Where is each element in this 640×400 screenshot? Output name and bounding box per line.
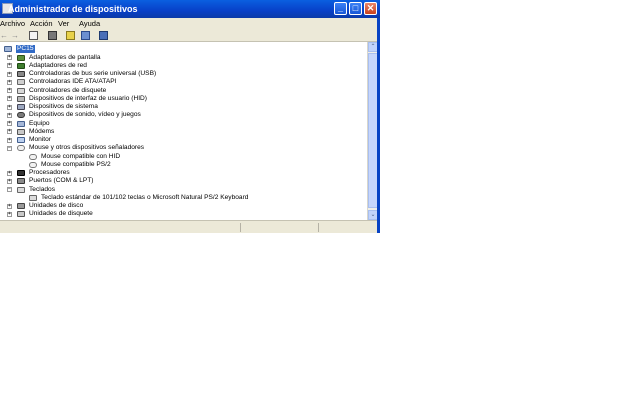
sound-icon bbox=[17, 112, 25, 119]
expand-icon[interactable]: + bbox=[7, 112, 12, 118]
tree-item-label: Dispositivos de sonido, vídeo y juegos bbox=[29, 111, 141, 119]
back-arrow-icon[interactable]: ← bbox=[0, 31, 9, 40]
toolbar: ← → bbox=[0, 30, 380, 42]
tree-item-label: Unidades de disco bbox=[29, 202, 84, 209]
tree-item-label: Mouse y otros dispositivos señaladores bbox=[29, 144, 145, 152]
expand-icon[interactable]: + bbox=[7, 79, 12, 85]
floppy-drive-icon bbox=[17, 211, 25, 218]
maximize-icon: □ bbox=[352, 3, 359, 13]
menu-archivo[interactable]: Archivo bbox=[0, 19, 25, 28]
chevron-up-icon: ⌃ bbox=[370, 44, 376, 50]
tree-item-label: Adaptadores de red bbox=[29, 61, 87, 69]
print-icon[interactable] bbox=[48, 31, 57, 40]
port-icon bbox=[17, 178, 25, 185]
network-adapter-icon bbox=[17, 62, 25, 69]
menu-accion[interactable]: Acción bbox=[30, 19, 53, 28]
expand-icon[interactable]: + bbox=[7, 96, 12, 102]
floppy-controller-icon bbox=[17, 87, 25, 94]
title-bar[interactable]: Administrador de dispositivos _ □ ✕ bbox=[0, 0, 380, 18]
menu-ver[interactable]: Ver bbox=[58, 19, 69, 28]
tree-item-label: Módems bbox=[29, 127, 55, 135]
tree-item-label: Teclado estándar de 101/102 teclas o Mic… bbox=[41, 193, 249, 201]
tree-item-label: Dispositivos de sistema bbox=[29, 103, 98, 110]
menu-ayuda[interactable]: Ayuda bbox=[79, 19, 100, 28]
device-manager-window: Administrador de dispositivos _ □ ✕ Arch… bbox=[0, 0, 380, 233]
collapse-icon[interactable]: − bbox=[7, 187, 12, 192]
tree-item-label: Mouse compatible PS/2 bbox=[41, 160, 111, 168]
tree-item-label: Monitor bbox=[29, 136, 51, 143]
processor-icon bbox=[17, 170, 25, 176]
expand-icon[interactable]: + bbox=[7, 55, 12, 60]
status-divider bbox=[240, 223, 241, 232]
usb-icon bbox=[17, 71, 25, 77]
tree-item-label: Controladoras IDE ATA/ATAPI bbox=[29, 78, 117, 86]
forward-arrow-icon[interactable]: → bbox=[11, 31, 20, 40]
maximize-button[interactable]: □ bbox=[349, 2, 362, 15]
help-icon[interactable] bbox=[66, 31, 75, 40]
expand-icon[interactable]: + bbox=[7, 104, 12, 110]
tree-item-label: Equipo bbox=[29, 119, 50, 127]
expand-icon[interactable]: + bbox=[7, 211, 12, 217]
minimize-icon: _ bbox=[337, 3, 343, 13]
status-divider bbox=[318, 223, 319, 232]
expand-icon[interactable]: + bbox=[7, 88, 12, 93]
tree-item-label: Controladores de disquete bbox=[29, 86, 107, 94]
close-button[interactable]: ✕ bbox=[364, 2, 377, 15]
device-tree[interactable]: PC15 + Adaptadores de pantalla + Adaptadore… bbox=[0, 42, 367, 220]
modem-icon bbox=[17, 128, 25, 135]
window-title: Administrador de dispositivos bbox=[8, 4, 138, 14]
system-device-icon bbox=[17, 104, 25, 110]
tree-item-label: Mouse compatible con HID bbox=[41, 152, 121, 160]
collapse-icon[interactable]: − bbox=[7, 145, 12, 151]
ide-icon bbox=[17, 79, 25, 86]
scan-hardware-icon[interactable] bbox=[99, 31, 108, 40]
keyboard-icon bbox=[17, 186, 25, 193]
expand-icon[interactable]: + bbox=[7, 63, 12, 69]
computer-icon bbox=[4, 46, 12, 52]
chevron-down-icon: ⌄ bbox=[370, 212, 376, 218]
tree-item-label: Procesadores bbox=[29, 169, 70, 176]
tree-root-label: PC15 bbox=[16, 45, 35, 53]
tree-item-label: Unidades de disquete bbox=[29, 210, 93, 218]
expand-icon[interactable]: + bbox=[7, 137, 12, 143]
window-border bbox=[377, 18, 380, 233]
close-icon: ✕ bbox=[366, 3, 375, 13]
expand-icon[interactable]: + bbox=[7, 178, 12, 184]
expand-icon[interactable]: + bbox=[7, 203, 12, 209]
tree-item-label: Puertos (COM & LPT) bbox=[29, 177, 94, 185]
mouse-icon bbox=[29, 153, 37, 160]
display-adapter-icon bbox=[17, 54, 25, 61]
tree-item-label: Teclados bbox=[29, 185, 56, 193]
disk-drive-icon bbox=[17, 203, 25, 209]
view-icon[interactable] bbox=[81, 31, 90, 40]
keyboard-icon bbox=[29, 194, 37, 201]
tree-item-label: Dispositivos de interfaz de usuario (HID… bbox=[29, 94, 148, 102]
properties-icon[interactable] bbox=[29, 31, 38, 40]
hid-icon bbox=[17, 95, 25, 102]
monitor-icon bbox=[17, 137, 25, 143]
expand-icon[interactable]: + bbox=[7, 121, 12, 126]
mouse-icon bbox=[29, 161, 37, 168]
mouse-icon bbox=[17, 145, 25, 152]
expand-icon[interactable]: + bbox=[7, 170, 12, 176]
tree-item-label: Controladoras de bus serie universal (US… bbox=[29, 70, 157, 77]
status-bar bbox=[0, 220, 380, 233]
minimize-button[interactable]: _ bbox=[334, 2, 347, 15]
expand-icon[interactable]: + bbox=[7, 129, 12, 135]
computer-icon bbox=[17, 120, 25, 127]
expand-icon[interactable]: + bbox=[7, 71, 12, 77]
tree-item-label: Adaptadores de pantalla bbox=[29, 53, 101, 61]
